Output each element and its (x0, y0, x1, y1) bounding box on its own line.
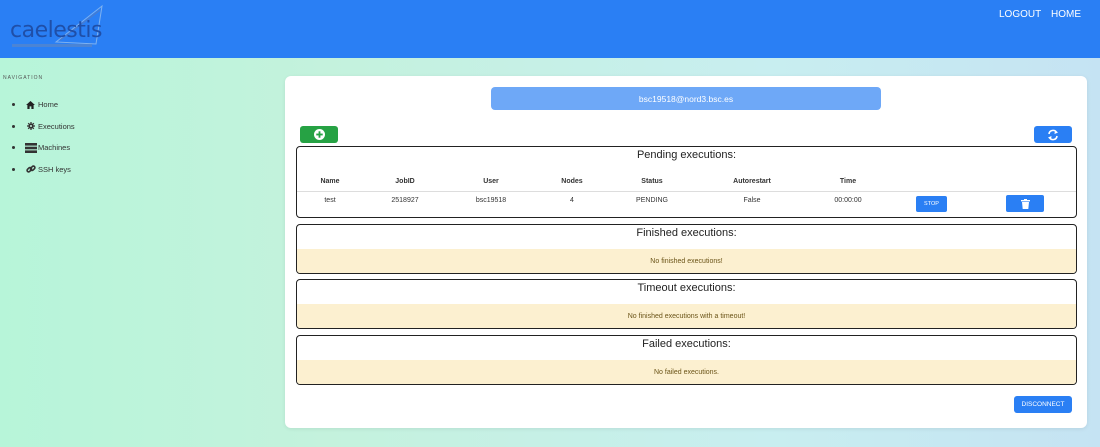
add-execution-button[interactable] (300, 126, 338, 143)
bullet (12, 146, 15, 150)
sidebar-item-machines[interactable]: Machines (12, 137, 75, 159)
logo-text: caelestis (10, 18, 102, 43)
disconnect-button[interactable]: DISCONNECT (1014, 396, 1072, 413)
cell-jobid: 2518927 (391, 197, 419, 204)
finished-executions-section: Finished executions: No finished executi… (296, 224, 1077, 274)
section-title: Failed executions: (642, 338, 731, 350)
cell-nodes: 4 (570, 197, 574, 204)
empty-alert: No finished executions! (297, 249, 1076, 273)
sidebar-item-label: Machines (38, 143, 71, 153)
failed-executions-section: Failed executions: No failed executions. (296, 335, 1077, 385)
stop-button[interactable]: STOP (916, 196, 947, 212)
server-icon (24, 142, 37, 153)
sidebar-item-label: SSH keys (38, 164, 71, 174)
sidebar-item-executions[interactable]: Executions (12, 116, 75, 138)
column-header: Autorestart (733, 178, 771, 185)
pending-executions-section: Pending executions: Name JobID User Node… (296, 146, 1077, 218)
sidebar-item-home[interactable]: Home (12, 94, 75, 116)
cell-time: 00:00:00 (834, 197, 862, 204)
sidebar-nav: Home Executions Machines SSH keys (12, 94, 75, 180)
logo-subtitle (12, 44, 92, 47)
column-header: Nodes (561, 178, 583, 185)
sidebar-item-ssh-keys[interactable]: SSH keys (12, 159, 75, 181)
empty-alert: No failed executions. (297, 360, 1076, 384)
logout-link[interactable]: LOGOUT (999, 9, 1041, 20)
sidebar-item-label: Home (38, 100, 59, 110)
cell-user: bsc19518 (475, 197, 507, 204)
connection-badge: bsc19518@nord3.bsc.es (491, 87, 881, 110)
trash-icon (1020, 198, 1030, 209)
home-link[interactable]: HOME (1051, 9, 1081, 20)
bullet (12, 103, 15, 107)
row-divider (297, 191, 1076, 192)
cell-autorestart: False (743, 197, 761, 204)
cell-name: test (324, 197, 336, 204)
gear-icon (24, 122, 37, 131)
link-icon (24, 164, 37, 174)
column-header: Status (641, 178, 663, 185)
cell-status: PENDING (636, 197, 668, 204)
section-title: Pending executions: (636, 149, 737, 161)
delete-button[interactable] (1006, 195, 1044, 212)
empty-alert: No finished executions with a timeout! (297, 304, 1076, 328)
refresh-icon (1048, 129, 1058, 140)
caelestis-logo[interactable]: caelestis (6, 4, 106, 52)
navigation-heading: NAVIGATION (3, 75, 44, 81)
section-title: Finished executions: (636, 227, 737, 239)
home-icon (24, 100, 37, 109)
timeout-executions-section: Timeout executions: No finished executio… (296, 279, 1077, 329)
column-header: Name (320, 178, 340, 185)
top-navbar: caelestis LOGOUT HOME (0, 0, 1100, 58)
column-header: JobID (395, 178, 415, 185)
section-title: Timeout executions: (637, 282, 736, 294)
executions-card: bsc19518@nord3.bsc.es Pending executions… (285, 76, 1087, 428)
column-header: User (483, 178, 499, 185)
sidebar-item-label: Executions (38, 121, 75, 131)
column-header: Time (839, 178, 857, 185)
plus-circle-icon (313, 129, 325, 140)
bullet (12, 167, 15, 171)
refresh-button[interactable] (1034, 126, 1072, 143)
bullet (12, 124, 15, 128)
